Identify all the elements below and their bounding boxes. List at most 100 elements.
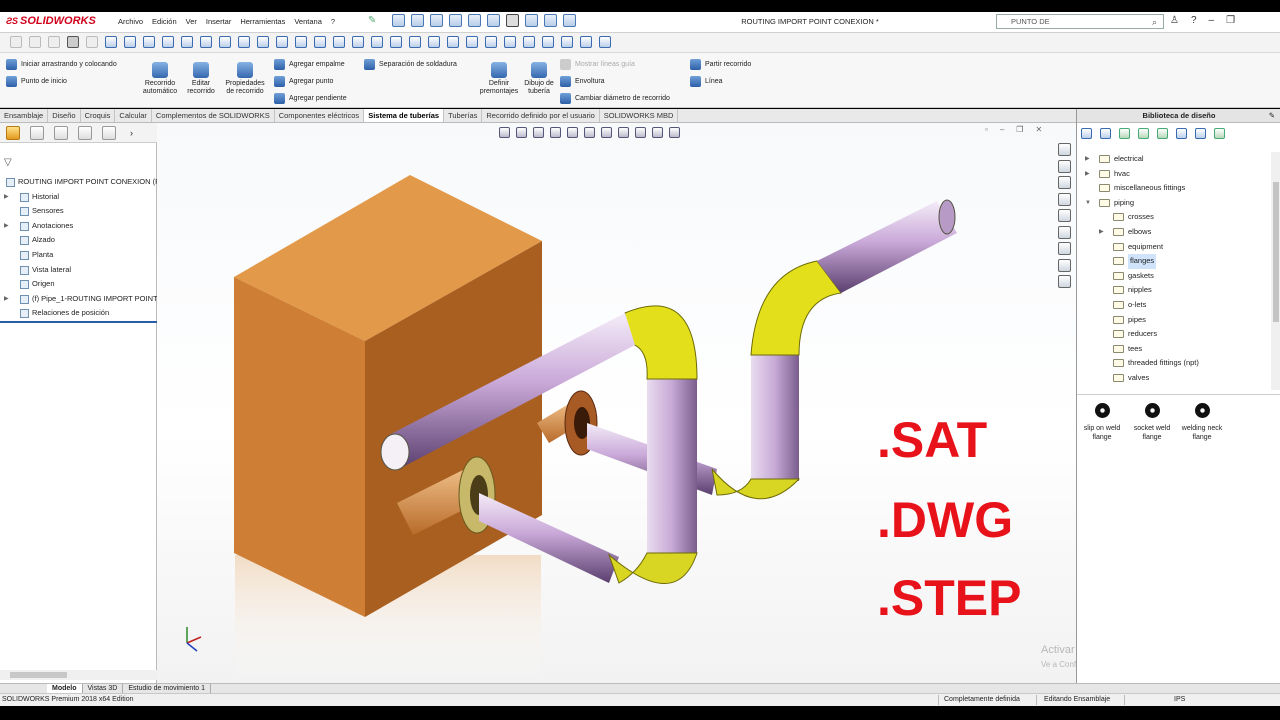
filter-cosmetic-icon[interactable] — [447, 36, 459, 48]
print-icon[interactable] — [468, 14, 481, 27]
select-cursor-icon[interactable] — [67, 36, 79, 48]
library-folder[interactable]: tees — [1077, 342, 1271, 357]
rebuild-icon[interactable] — [525, 14, 538, 27]
tab-mbd[interactable]: SOLIDWORKS MBD — [600, 109, 679, 122]
filter-hidden-icon[interactable] — [86, 36, 98, 48]
pin-icon[interactable]: ✎ — [1269, 109, 1275, 123]
library-folder[interactable]: valves — [1077, 371, 1271, 386]
minimize-icon[interactable]: – — [1209, 15, 1215, 26]
tab-recorrido-usuario[interactable]: Recorrido definido por el usuario — [482, 109, 600, 122]
feature-manager-tab-icon[interactable] — [6, 125, 20, 140]
back-icon[interactable] — [1081, 128, 1092, 139]
select-icon[interactable] — [506, 14, 519, 27]
dynamic-annotation-icon[interactable] — [567, 127, 578, 138]
viewport-minimize-icon[interactable]: – — [1000, 125, 1004, 134]
filter-axis-icon[interactable] — [200, 36, 212, 48]
expand-arrow-icon[interactable]: ▶ — [1099, 225, 1104, 240]
feature-tree-item[interactable]: Sensores — [0, 204, 157, 219]
start-point-button[interactable]: Punto de inicio — [6, 76, 67, 87]
zoom-to-fit-icon[interactable] — [499, 127, 510, 138]
tab-sistema-tuberias[interactable]: Sistema de tuberías — [364, 109, 445, 122]
filter-weld-icon[interactable] — [371, 36, 383, 48]
add-point-button[interactable]: Agregar punto — [274, 76, 333, 87]
filter-mesh-icon[interactable] — [599, 36, 611, 48]
file-explorer-icon[interactable] — [1058, 176, 1071, 189]
solidworks-logo[interactable]: ƧS SOLIDWORKS — [6, 15, 96, 27]
dimxpert-tab-icon[interactable] — [78, 125, 92, 140]
tab-calcular[interactable]: Calcular — [115, 109, 152, 122]
menu-help[interactable]: ? — [331, 17, 335, 26]
chevron-right-icon[interactable]: › — [130, 128, 133, 138]
library-settings-icon[interactable] — [1214, 128, 1225, 139]
filter-wire-icon[interactable] — [580, 36, 592, 48]
feature-tree-item[interactable]: Relaciones de posición — [0, 306, 157, 321]
expand-arrow-icon[interactable]: ▶ — [1085, 167, 1090, 182]
filter-vertex-icon[interactable] — [105, 36, 117, 48]
edit-appearance-icon[interactable] — [635, 127, 646, 138]
filter-point-icon[interactable] — [238, 36, 250, 48]
library-item-slip-on-flange[interactable]: slip on weld flange — [1077, 401, 1127, 442]
library-folder[interactable]: ▶ electrical — [1077, 152, 1271, 167]
graphics-area[interactable]: ▫ – ❐ ✕ .SAT .DWG .STEP — [157, 123, 1076, 683]
menu-herramientas[interactable]: Herramientas — [240, 17, 285, 26]
viewport-restore-icon[interactable]: ❐ — [1016, 125, 1023, 134]
filter-clear-icon[interactable] — [29, 36, 41, 48]
menu-insertar[interactable]: Insertar — [206, 17, 231, 26]
library-folder[interactable]: equipment — [1077, 240, 1271, 255]
feature-tree-item[interactable]: Planta — [0, 248, 157, 263]
feature-tree-item[interactable]: Alzado — [0, 233, 157, 248]
custom-properties-icon[interactable] — [1058, 225, 1071, 239]
tab-estudio-movimiento[interactable]: Estudio de movimiento 1 — [123, 684, 211, 693]
filter-sketch-segment-icon[interactable] — [276, 36, 288, 48]
design-library-icon[interactable] — [1058, 159, 1071, 173]
filter-solid-icon[interactable] — [162, 36, 174, 48]
filter-connection-icon[interactable] — [485, 36, 497, 48]
add-to-library-icon[interactable] — [1119, 128, 1130, 139]
solidworks-resources-icon[interactable] — [1058, 143, 1071, 156]
display-style-icon[interactable] — [601, 127, 612, 138]
filter-surface-icon[interactable] — [181, 36, 193, 48]
tab-diseno[interactable]: Diseño — [48, 109, 81, 122]
tab-componentes-electricos[interactable]: Componentes eléctricos — [275, 109, 365, 122]
filter-toggle-icon[interactable] — [10, 36, 22, 48]
library-folder[interactable]: reducers — [1077, 327, 1271, 342]
covering-button[interactable]: Envoltura — [560, 76, 605, 87]
open-icon[interactable] — [430, 14, 443, 27]
library-folder[interactable]: ▶ elbows — [1077, 225, 1271, 240]
design-library-scrollbar[interactable] — [1271, 152, 1280, 390]
add-slope-button[interactable]: Agregar pendiente — [274, 93, 347, 104]
filter-datum-icon[interactable] — [390, 36, 402, 48]
define-spools-button[interactable]: Definir premontajes — [476, 62, 522, 96]
filter-component-icon[interactable] — [542, 36, 554, 48]
home-icon[interactable] — [392, 14, 405, 27]
expand-arrow-icon[interactable]: ▶ — [1085, 152, 1090, 167]
expand-arrow-icon[interactable]: ▶ — [4, 219, 9, 234]
previous-view-icon[interactable] — [533, 127, 544, 138]
menu-ventana[interactable]: Ventana — [294, 17, 322, 26]
tab-vistas-3d[interactable]: Vistas 3D — [83, 684, 124, 693]
change-route-diameter-button[interactable]: Cambiar diámetro de recorrido — [560, 93, 670, 104]
zoom-to-area-icon[interactable] — [516, 127, 527, 138]
routing-library-icon[interactable] — [1058, 258, 1071, 272]
filter-select-all-icon[interactable] — [48, 36, 60, 48]
filter-dimension-icon[interactable] — [333, 36, 345, 48]
menu-edicion[interactable]: Edición — [152, 17, 177, 26]
horizontal-scrollbar[interactable] — [0, 670, 157, 680]
file-properties-icon[interactable] — [544, 14, 557, 27]
filter-icon[interactable]: ▽ — [4, 157, 12, 168]
viewport-close-icon[interactable]: ✕ — [1035, 125, 1042, 134]
search-icon[interactable]: ⌕ — [1152, 16, 1157, 29]
weld-gap-button[interactable]: Separación de soldadura — [364, 59, 457, 70]
forward-icon[interactable] — [1100, 128, 1111, 139]
library-folder[interactable]: o-lets — [1077, 298, 1271, 313]
filter-face-icon[interactable] — [143, 36, 155, 48]
toolbox-icon[interactable] — [1058, 275, 1071, 288]
filter-surface-finish-icon[interactable] — [409, 36, 421, 48]
up-one-level-icon[interactable] — [1195, 128, 1206, 139]
scroll-thumb[interactable] — [1273, 182, 1279, 322]
restore-icon[interactable]: ❐ — [1226, 15, 1235, 26]
view-orientation-icon[interactable] — [584, 127, 595, 138]
display-manager-tab-icon[interactable] — [102, 125, 116, 140]
start-by-drag-drop-button[interactable]: Iniciar arrastrando y colocando — [6, 59, 117, 70]
menu-ver[interactable]: Ver — [186, 17, 197, 26]
